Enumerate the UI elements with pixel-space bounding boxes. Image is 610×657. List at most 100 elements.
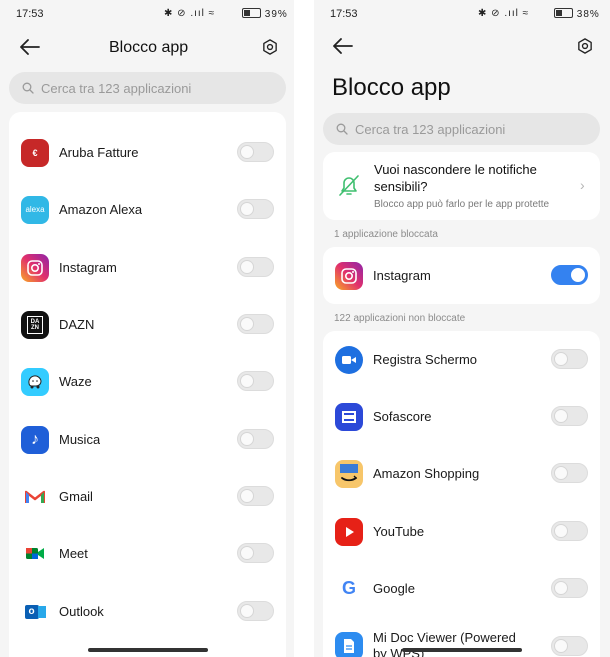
- status-icons: ✱ ⊘ .ııl ≈: [478, 8, 530, 19]
- list-item[interactable]: YouTube: [323, 503, 600, 560]
- app-name: DAZN: [59, 317, 95, 332]
- lock-toggle[interactable]: [237, 486, 274, 506]
- app-list: € Aruba Fatture alexa Amazon Alexa Insta…: [9, 112, 286, 657]
- lock-toggle[interactable]: [237, 429, 274, 449]
- search-placeholder: Cerca tra 123 applicazioni: [41, 80, 192, 96]
- locked-section-label: 1 applicazione bloccata: [334, 229, 438, 240]
- right-screen: 17:53 ✱ ⊘ .ııl ≈ 38% Blocco app Cerca tr…: [314, 0, 610, 657]
- list-item[interactable]: Instagram: [323, 247, 600, 304]
- search-icon: [336, 123, 348, 135]
- gear-icon: [578, 38, 592, 54]
- battery-percent: 38: [576, 9, 590, 20]
- app-name: Amazon Shopping: [373, 466, 480, 481]
- list-item[interactable]: € Aruba Fatture: [9, 124, 286, 181]
- app-name: Waze: [59, 374, 92, 389]
- list-item[interactable]: o Outlook: [9, 583, 286, 640]
- instagram-icon: [335, 261, 363, 290]
- screen-divider: [294, 0, 314, 657]
- list-item[interactable]: Waze: [9, 353, 286, 410]
- status-time: 17:53: [330, 8, 358, 20]
- mi-doc-viewer-icon: [335, 632, 363, 657]
- dazn-icon: DA ZN: [21, 310, 49, 339]
- screen-recorder-icon: [335, 345, 363, 374]
- lock-toggle[interactable]: [237, 314, 274, 334]
- list-item[interactable]: G Google: [323, 560, 600, 617]
- instagram-icon: [21, 253, 49, 282]
- app-name: Aruba Fatture: [59, 145, 139, 160]
- notification-banner[interactable]: Vuoi nascondere le notifiche sensibili? …: [323, 152, 600, 220]
- lock-toggle[interactable]: [551, 265, 588, 285]
- lock-toggle[interactable]: [551, 521, 588, 541]
- lock-toggle[interactable]: [551, 578, 588, 598]
- youtube-icon: [335, 517, 363, 546]
- lock-toggle[interactable]: [237, 601, 274, 621]
- amazon-shopping-icon: [335, 459, 363, 488]
- back-button[interactable]: [330, 33, 356, 59]
- gear-icon: [263, 39, 277, 55]
- app-name: Outlook: [59, 604, 104, 619]
- status-bar: 17:53 ✱ ⊘ .ııl ≈ 39%: [0, 0, 294, 30]
- lock-toggle[interactable]: [551, 463, 588, 483]
- list-item[interactable]: ♪ Musica: [9, 411, 286, 468]
- unlocked-app-list: Registra Schermo Sofascore Amazon Shoppi…: [323, 331, 600, 657]
- notification-title: Vuoi nascondere le notifiche sensibili?: [374, 162, 537, 194]
- battery-indicator: 38%: [552, 8, 600, 20]
- google-icon: G: [335, 574, 363, 603]
- status-icons: ✱ ⊘ .ııl ≈: [164, 8, 216, 19]
- meet-icon: [21, 539, 49, 568]
- back-arrow-icon: [20, 39, 40, 55]
- home-indicator[interactable]: [402, 648, 522, 652]
- music-icon: ♪: [21, 425, 49, 454]
- back-arrow-icon: [333, 38, 353, 54]
- lock-toggle[interactable]: [237, 199, 274, 219]
- left-screen: 17:53 ✱ ⊘ .ııl ≈ 39% Blocco app Cerca tr…: [0, 0, 294, 657]
- list-item[interactable]: Instagram: [9, 239, 286, 296]
- list-item[interactable]: alexa Amazon Alexa: [9, 181, 286, 238]
- app-name: Google: [373, 581, 415, 596]
- list-item[interactable]: Gmail: [9, 468, 286, 525]
- app-name: Gmail: [59, 489, 93, 504]
- list-item[interactable]: Registra Schermo: [323, 331, 600, 388]
- app-name: Meet: [59, 546, 88, 561]
- lock-toggle[interactable]: [237, 257, 274, 277]
- gmail-icon: [21, 482, 49, 511]
- bell-off-icon: [336, 172, 362, 203]
- search-icon: [22, 82, 34, 94]
- lock-toggle[interactable]: [551, 636, 588, 656]
- app-name: Mi Doc Viewer (Powered by WPS): [373, 630, 516, 657]
- battery-indicator: 39%: [240, 8, 288, 20]
- search-placeholder: Cerca tra 123 applicazioni: [355, 121, 506, 137]
- app-name: YouTube: [373, 524, 425, 539]
- list-item[interactable]: Meet: [9, 525, 286, 582]
- status-bar: 17:53 ✱ ⊘ .ııl ≈ 38%: [314, 0, 610, 30]
- sofascore-icon: [335, 402, 363, 431]
- lock-toggle[interactable]: [551, 349, 588, 369]
- app-name: Registra Schermo: [373, 352, 478, 367]
- app-name: Instagram: [373, 268, 431, 283]
- list-item[interactable]: Sofascore: [323, 388, 600, 445]
- settings-button[interactable]: [572, 33, 598, 59]
- chevron-right-icon: ›: [580, 177, 585, 193]
- page-title: Blocco app: [109, 39, 189, 56]
- lock-toggle[interactable]: [237, 543, 274, 563]
- list-item[interactable]: Amazon Shopping: [323, 445, 600, 502]
- back-button[interactable]: [17, 34, 43, 60]
- lock-toggle[interactable]: [237, 142, 274, 162]
- waze-icon: [21, 367, 49, 396]
- notification-subtitle: Blocco app può farlo per le app protette: [374, 199, 550, 210]
- app-name: Musica: [59, 432, 101, 447]
- app-name: Amazon Alexa: [59, 202, 143, 217]
- lock-toggle[interactable]: [551, 406, 588, 426]
- home-indicator[interactable]: [88, 648, 208, 652]
- list-item[interactable]: DA ZN DAZN: [9, 296, 286, 353]
- amazon-alexa-icon: alexa: [21, 195, 49, 224]
- lock-toggle[interactable]: [237, 371, 274, 391]
- aruba-fatture-icon: €: [21, 138, 49, 167]
- battery-icon: [242, 8, 261, 18]
- settings-button[interactable]: [257, 34, 283, 60]
- page-title: Blocco app: [332, 74, 451, 101]
- battery-icon: [554, 8, 573, 18]
- search-input[interactable]: Cerca tra 123 applicazioni: [323, 113, 600, 145]
- app-name: Instagram: [59, 260, 117, 275]
- search-input[interactable]: Cerca tra 123 applicazioni: [9, 72, 286, 104]
